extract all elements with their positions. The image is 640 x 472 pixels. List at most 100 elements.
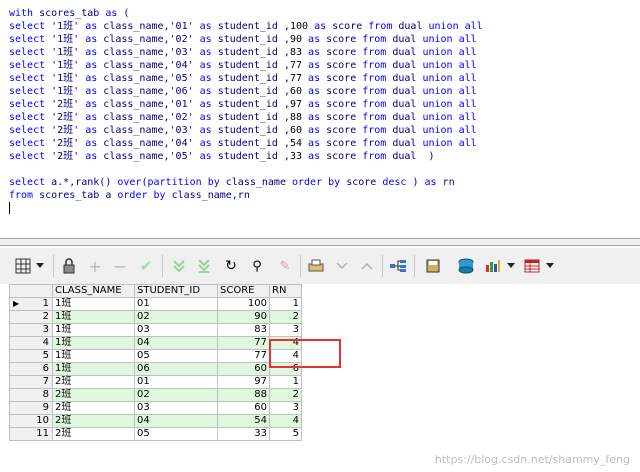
cell-rn[interactable]: 3 <box>269 401 302 415</box>
code-line[interactable]: select '1班' as class_name,'05' as studen… <box>9 72 483 85</box>
cell-score[interactable]: 77 <box>217 349 270 363</box>
row-number-cell[interactable]: 10 <box>9 414 53 428</box>
code-line[interactable]: select a.*,rank() over(partition by clas… <box>9 176 483 189</box>
clear-record-icon[interactable]: ✎ <box>276 257 294 275</box>
table-row[interactable]: 10 2班 04 54 4 <box>9 414 302 428</box>
table-row[interactable]: ▶ 1 1班 01 100 1 <box>9 297 302 311</box>
cell-class-name[interactable]: 1班 <box>52 362 135 376</box>
cell-class-name[interactable]: 1班 <box>52 323 135 337</box>
cell-score[interactable]: 60 <box>217 401 270 415</box>
save-icon[interactable] <box>424 257 442 275</box>
cell-rn[interactable]: 4 <box>269 414 302 428</box>
cell-student-id[interactable]: 03 <box>134 323 218 337</box>
cell-student-id[interactable]: 01 <box>134 375 218 389</box>
fetch-next-icon[interactable] <box>170 257 188 275</box>
cell-score[interactable]: 54 <box>217 414 270 428</box>
cell-class-name[interactable]: 2班 <box>52 414 135 428</box>
chart-icon[interactable] <box>484 257 502 275</box>
cell-student-id[interactable]: 03 <box>134 401 218 415</box>
chart-dropdown-icon[interactable] <box>506 257 516 275</box>
row-number-cell[interactable]: 4 <box>9 336 53 350</box>
table-row[interactable]: 11 2班 05 33 5 <box>9 427 302 441</box>
table-dropdown-icon[interactable] <box>545 257 555 275</box>
cell-class-name[interactable]: 1班 <box>52 336 135 350</box>
cell-student-id[interactable]: 05 <box>134 427 218 441</box>
cell-class-name[interactable]: 1班 <box>52 310 135 324</box>
export-icon[interactable] <box>457 257 475 275</box>
cell-class-name[interactable]: 1班 <box>52 349 135 363</box>
row-number-cell[interactable]: 8 <box>9 388 53 402</box>
code-line[interactable]: select '2班' as class_name,'02' as studen… <box>9 111 483 124</box>
row-number-cell[interactable]: 7 <box>9 375 53 389</box>
row-number-cell[interactable]: 5 <box>9 349 53 363</box>
dropdown-arrow-icon[interactable] <box>35 257 45 275</box>
sql-editor[interactable]: with scores_tab as (select '1班' as class… <box>0 0 640 238</box>
cell-student-id[interactable]: 06 <box>134 362 218 376</box>
table-row[interactable]: 9 2班 03 60 3 <box>9 401 302 415</box>
corner-cell[interactable] <box>9 284 53 298</box>
row-number-cell[interactable]: 9 <box>9 401 53 415</box>
cell-score[interactable]: 33 <box>217 427 270 441</box>
column-header-rn[interactable]: RN <box>269 284 302 298</box>
table-row[interactable]: 7 2班 01 97 1 <box>9 375 302 389</box>
code-line[interactable]: select '1班' as class_name,'01' as studen… <box>9 20 483 33</box>
code-line[interactable]: from scores_tab a order by class_name,rn <box>9 189 483 202</box>
cell-student-id[interactable]: 02 <box>134 388 218 402</box>
cell-rn[interactable]: 5 <box>269 427 302 441</box>
cell-student-id[interactable]: 04 <box>134 336 218 350</box>
cell-rn[interactable]: 2 <box>269 388 302 402</box>
row-number-cell[interactable]: 6 <box>9 362 53 376</box>
code-line[interactable]: select '1班' as class_name,'03' as studen… <box>9 46 483 59</box>
column-header-student-id[interactable]: STUDENT_ID <box>134 284 218 298</box>
cell-rn[interactable]: 3 <box>269 323 302 337</box>
cell-student-id[interactable]: 02 <box>134 310 218 324</box>
code-line[interactable]: select '1班' as class_name,'06' as studen… <box>9 85 483 98</box>
table-row[interactable]: 5 1班 05 77 4 <box>9 349 302 363</box>
cell-score[interactable]: 60 <box>217 362 270 376</box>
row-number-cell[interactable]: 11 <box>9 427 53 441</box>
pane-splitter[interactable] <box>0 238 640 246</box>
code-line[interactable]: select '1班' as class_name,'02' as studen… <box>9 33 483 46</box>
cell-student-id[interactable]: 01 <box>134 297 218 311</box>
code-line[interactable] <box>9 163 483 176</box>
sql-code[interactable]: with scores_tab as (select '1班' as class… <box>9 7 483 215</box>
row-number-cell[interactable]: ▶ 1 <box>9 297 53 311</box>
lock-icon[interactable] <box>60 257 78 275</box>
cell-score[interactable]: 88 <box>217 388 270 402</box>
cell-class-name[interactable]: 1班 <box>52 297 135 311</box>
cell-rn[interactable]: 1 <box>269 297 302 311</box>
column-header-score[interactable]: SCORE <box>217 284 270 298</box>
delete-record-icon[interactable]: − <box>111 257 129 276</box>
cell-student-id[interactable]: 04 <box>134 414 218 428</box>
code-line[interactable]: with scores_tab as ( <box>9 7 483 20</box>
add-record-icon[interactable]: + <box>86 257 104 276</box>
cell-rn[interactable]: 2 <box>269 310 302 324</box>
table-row[interactable]: 4 1班 04 77 4 <box>9 336 302 350</box>
cell-score[interactable]: 77 <box>217 336 270 350</box>
fetch-last-icon[interactable] <box>195 257 213 275</box>
row-number-cell[interactable]: 3 <box>9 323 53 337</box>
code-line[interactable]: select '2班' as class_name,'04' as studen… <box>9 137 483 150</box>
column-header-class-name[interactable]: CLASS_NAME <box>52 284 135 298</box>
table-row[interactable]: 6 1班 06 60 6 <box>9 362 302 376</box>
cell-class-name[interactable]: 2班 <box>52 401 135 415</box>
query-by-example-icon[interactable]: ⚲ <box>248 257 266 275</box>
sort-down-icon[interactable] <box>333 257 351 275</box>
cell-rn[interactable]: 1 <box>269 375 302 389</box>
code-line[interactable]: select '1班' as class_name,'04' as studen… <box>9 59 483 72</box>
cell-class-name[interactable]: 2班 <box>52 375 135 389</box>
tree-icon[interactable] <box>389 257 407 275</box>
table-row[interactable]: 2 1班 02 90 2 <box>9 310 302 324</box>
cell-student-id[interactable]: 05 <box>134 349 218 363</box>
row-number-cell[interactable]: 2 <box>9 310 53 324</box>
code-line[interactable]: select '2班' as class_name,'05' as studen… <box>9 150 483 163</box>
refresh-icon[interactable]: ↻ <box>222 257 240 275</box>
sort-up-icon[interactable] <box>358 257 376 275</box>
cell-class-name[interactable]: 2班 <box>52 427 135 441</box>
table-row[interactable]: 8 2班 02 88 2 <box>9 388 302 402</box>
table-icon[interactable] <box>523 257 541 275</box>
code-line[interactable]: select '2班' as class_name,'01' as studen… <box>9 98 483 111</box>
code-line[interactable]: select '2班' as class_name,'03' as studen… <box>9 124 483 137</box>
cell-score[interactable]: 97 <box>217 375 270 389</box>
cell-score[interactable]: 83 <box>217 323 270 337</box>
